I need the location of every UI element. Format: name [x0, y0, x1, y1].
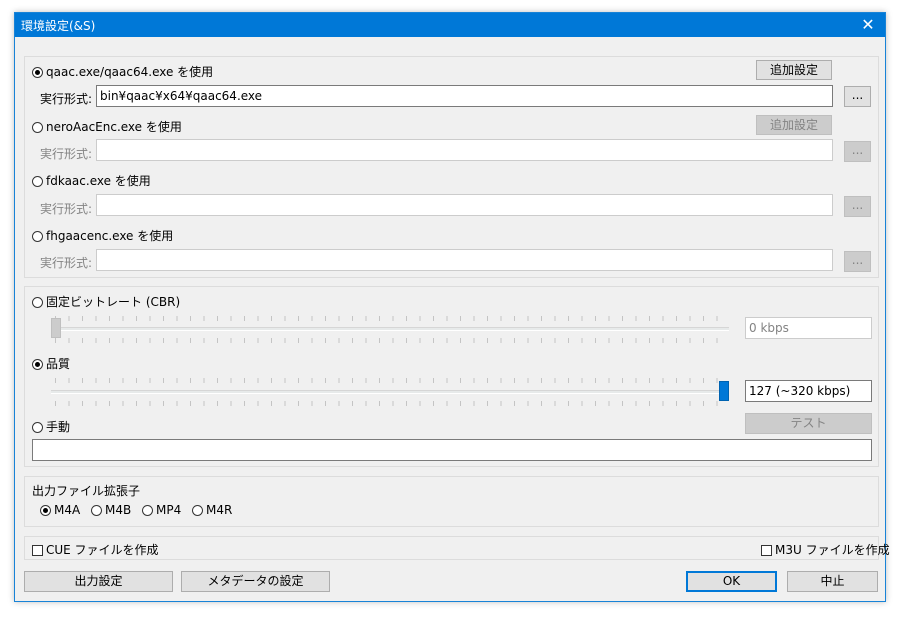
quality-value-field[interactable]: 127 (~320 kbps) [745, 380, 872, 402]
radio-icon [192, 505, 203, 516]
fdkaac-browse-button[interactable]: ... [844, 196, 871, 217]
quality-slider-track[interactable] [51, 390, 729, 394]
radio-icon [91, 505, 102, 516]
qaac-path-input[interactable]: bin¥qaac¥x64¥qaac64.exe [96, 85, 833, 107]
radio-icon [32, 422, 43, 433]
encoder-fhgaacenc-label: fhgaacenc.exe を使用 [46, 229, 174, 243]
fdkaac-path-label: 実行形式: [40, 202, 93, 216]
output-settings-button[interactable]: 出力設定 [24, 571, 173, 592]
encoder-fhgaacenc-radio[interactable]: fhgaacenc.exe を使用 [32, 227, 173, 244]
manual-radio[interactable]: 手動 [32, 418, 70, 435]
extension-title: 出力ファイル拡張子 [32, 484, 141, 498]
cbr-slider-ticks-bottom [55, 338, 730, 343]
ext-option-label: MP4 [156, 503, 182, 517]
radio-icon [32, 297, 43, 308]
m3u-label: M3U ファイルを作成 [775, 543, 890, 557]
fhgaacenc-path-input[interactable] [96, 249, 833, 271]
encoder-qaac-radio[interactable]: qaac.exe/qaac64.exe を使用 [32, 63, 213, 80]
cbr-slider-track[interactable] [51, 327, 729, 331]
close-icon[interactable]: ✕ [851, 13, 885, 37]
nero-path-label: 実行形式: [40, 147, 93, 161]
cbr-value-field[interactable]: 0 kbps [745, 317, 872, 339]
ext-option-m4a[interactable]: M4A [40, 503, 80, 517]
fdkaac-path-input[interactable] [96, 194, 833, 216]
encoder-fdkaac-radio[interactable]: fdkaac.exe を使用 [32, 172, 151, 189]
window-title: 環境設定(&S) [21, 19, 96, 33]
encoder-nero-label: neroAacEnc.exe を使用 [46, 120, 182, 134]
radio-icon [32, 122, 43, 133]
radio-icon [40, 505, 51, 516]
encoder-group: qaac.exe/qaac64.exe を使用 追加設定 実行形式: bin¥q… [24, 56, 879, 278]
quality-label: 品質 [46, 357, 71, 371]
extension-group: 出力ファイル拡張子 M4A M4B MP4 M4R [24, 476, 879, 527]
ext-option-label: M4B [105, 503, 132, 517]
playlist-group: CUE ファイルを作成 M3U ファイルを作成 [24, 536, 890, 560]
ext-option-label: M4A [54, 503, 81, 517]
cbr-radio[interactable]: 固定ビットレート (CBR) [32, 293, 180, 310]
radio-icon [32, 359, 43, 370]
quality-slider-ticks-bottom [55, 401, 730, 406]
quality-slider-thumb[interactable] [719, 381, 729, 401]
quality-radio[interactable]: 品質 [32, 355, 70, 372]
radio-icon [32, 231, 43, 242]
checkbox-icon [761, 545, 772, 556]
cancel-button[interactable]: 中止 [787, 571, 878, 592]
encoder-nero-radio[interactable]: neroAacEnc.exe を使用 [32, 118, 182, 135]
encoder-qaac-label: qaac.exe/qaac64.exe を使用 [46, 65, 214, 79]
quality-slider-ticks-top [55, 378, 730, 383]
cbr-label: 固定ビットレート (CBR) [46, 295, 181, 309]
cue-label: CUE ファイルを作成 [46, 543, 159, 557]
nero-extra-settings-button[interactable]: 追加設定 [756, 115, 832, 135]
ext-option-mp4[interactable]: MP4 [142, 503, 181, 517]
qaac-path-label: 実行形式: [40, 92, 93, 106]
qaac-extra-settings-button[interactable]: 追加設定 [756, 60, 832, 80]
ok-button[interactable]: OK [686, 571, 777, 592]
qaac-browse-button[interactable]: ... [844, 86, 871, 107]
mode-group: 固定ビットレート (CBR) 0 kbps 品質 127 (~320 kbps)… [24, 286, 879, 467]
manual-command-input[interactable] [32, 439, 872, 461]
nero-browse-button[interactable]: ... [844, 141, 871, 162]
cue-checkbox[interactable]: CUE ファイルを作成 [32, 541, 159, 558]
nero-path-input[interactable] [96, 139, 833, 161]
encoder-fdkaac-label: fdkaac.exe を使用 [46, 174, 151, 188]
cbr-slider-thumb[interactable] [51, 318, 61, 338]
settings-window: 環境設定(&S) ✕ qaac.exe/qaac64.exe を使用 追加設定 … [14, 12, 890, 602]
fhgaacenc-path-label: 実行形式: [40, 256, 93, 270]
fhgaacenc-browse-button[interactable]: ... [844, 251, 871, 272]
ext-option-m4r[interactable]: M4R [192, 503, 232, 517]
m3u-checkbox[interactable]: M3U ファイルを作成 [761, 541, 890, 558]
title-bar[interactable]: 環境設定(&S) ✕ [15, 13, 885, 37]
cbr-slider-ticks-top [55, 316, 730, 321]
ext-option-label: M4R [206, 503, 233, 517]
radio-icon [32, 176, 43, 187]
manual-label: 手動 [46, 420, 71, 434]
ext-option-m4b[interactable]: M4B [91, 503, 131, 517]
test-button[interactable]: テスト [745, 413, 872, 434]
checkbox-icon [32, 545, 43, 556]
radio-icon [32, 67, 43, 78]
radio-icon [142, 505, 153, 516]
metadata-settings-button[interactable]: メタデータの設定 [181, 571, 330, 592]
